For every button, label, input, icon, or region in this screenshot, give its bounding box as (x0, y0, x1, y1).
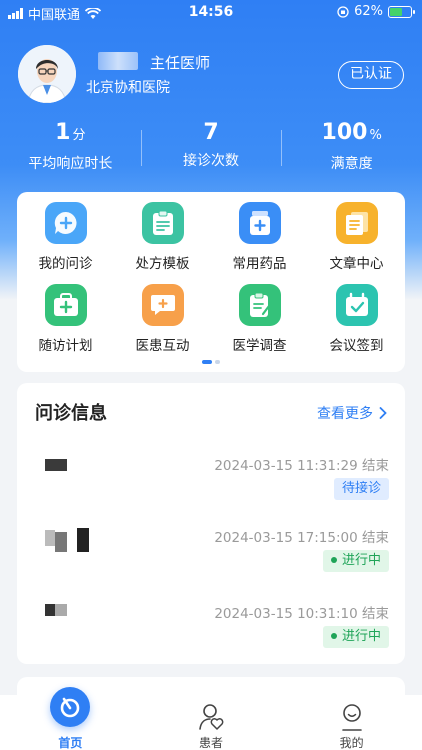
feature-common-drugs[interactable]: 常用药品 (211, 202, 308, 284)
consultation-info-card: 问诊信息 查看更多 2024-03-15 11:31:29 结束 待接诊 202… (17, 383, 405, 664)
tab-home[interactable]: 首页 (0, 687, 141, 750)
patient-heart-icon (199, 704, 224, 730)
stat-unit: % (369, 128, 382, 143)
consultation-time: 2024-03-15 17:15:00 结束 (214, 530, 389, 546)
feature-label: 处方模板 (135, 256, 190, 272)
medical-kit-icon (44, 284, 87, 326)
status-dot (330, 557, 337, 563)
tab-label: 首页 (58, 736, 83, 750)
status-dot (330, 633, 337, 639)
status-badge: 进行中 (322, 550, 389, 572)
stat-value: 1 (55, 120, 71, 145)
view-more-label: 查看更多 (317, 406, 373, 422)
feature-medical-survey[interactable]: 医学调查 (211, 284, 308, 366)
status-text: 进行中 (341, 553, 381, 568)
status-bar: 中国联通 14:56 62% (0, 0, 422, 24)
feature-label: 我的问诊 (38, 256, 93, 272)
stat-unit: 分 (72, 128, 86, 143)
stat-response-time[interactable]: 1分 平均响应时长 (0, 118, 141, 178)
consultation-row[interactable]: 2024-03-15 11:31:29 结束 待接诊 (17, 454, 405, 534)
section-title: 问诊信息 (35, 403, 107, 424)
bottom-tab-bar: 首页 患者 我的 (0, 687, 422, 750)
profile-smile-icon (341, 704, 362, 731)
feature-meeting-check-in[interactable]: 会议签到 (308, 284, 405, 366)
status-text: 进行中 (341, 629, 381, 644)
feature-label: 医学调查 (232, 338, 287, 354)
stat-label: 平均响应时长 (28, 156, 113, 172)
stat-value: 7 (203, 120, 219, 145)
verified-badge-button[interactable]: 已认证 (338, 61, 404, 89)
consultation-row[interactable]: 2024-03-15 10:31:10 结束 进行中 (17, 602, 405, 682)
page-dot (215, 360, 220, 364)
home-icon (50, 687, 91, 727)
prescription-icon (141, 202, 184, 244)
medicine-bottle-icon (238, 202, 281, 244)
feature-grid-card: 我的问诊 处方模板 常用药品 文章中心 随访计划 医患互动 医学调查 会议签到 (17, 192, 405, 372)
chat-bubble-icon (141, 284, 184, 326)
stat-label: 满意度 (330, 156, 373, 172)
consultation-time: 2024-03-15 10:31:10 结束 (214, 606, 389, 622)
feature-label: 会议签到 (329, 338, 384, 354)
page-indicator (17, 360, 405, 364)
feature-doctor-patient-interaction[interactable]: 医患互动 (114, 284, 211, 366)
feature-prescription-templates[interactable]: 处方模板 (114, 202, 211, 284)
battery-icon (388, 5, 415, 18)
doctor-title: 主任医师 (150, 54, 211, 72)
status-badge: 待接诊 (333, 478, 389, 500)
tab-label: 患者 (199, 736, 224, 750)
orientation-lock-icon (337, 5, 349, 18)
battery-percent: 62% (354, 4, 383, 19)
stat-label: 接诊次数 (183, 153, 239, 169)
tab-mine[interactable]: 我的 (281, 695, 422, 750)
feature-label: 常用药品 (232, 256, 287, 272)
calendar-check-icon (335, 284, 378, 326)
feature-follow-up-plan[interactable]: 随访计划 (17, 284, 114, 366)
view-more-link[interactable]: 查看更多 (317, 403, 387, 423)
stat-value: 100 (321, 120, 368, 145)
stat-consult-count[interactable]: 7 接诊次数 (140, 118, 282, 178)
doctor-name-redacted (98, 52, 138, 70)
doctor-avatar[interactable] (18, 45, 76, 103)
feature-label: 医患互动 (135, 338, 190, 354)
tab-patients[interactable]: 患者 (141, 695, 282, 750)
status-text: 待接诊 (341, 481, 381, 496)
consultation-time: 2024-03-15 11:31:29 结束 (214, 458, 389, 474)
article-icon (335, 202, 378, 244)
survey-icon (238, 284, 281, 326)
feature-label: 随访计划 (38, 338, 93, 354)
stat-satisfaction[interactable]: 100% 满意度 (281, 118, 422, 178)
consultation-icon (44, 202, 87, 244)
status-badge: 进行中 (322, 626, 389, 648)
feature-article-center[interactable]: 文章中心 (308, 202, 405, 284)
page-dot-active (202, 360, 212, 364)
feature-my-consultations[interactable]: 我的问诊 (17, 202, 114, 284)
consultation-row[interactable]: 2024-03-15 17:15:00 结束 进行中 (17, 526, 405, 606)
tab-label: 我的 (339, 736, 364, 750)
feature-label: 文章中心 (329, 256, 384, 272)
chevron-right-icon (379, 407, 387, 419)
stats-row: 1分 平均响应时长 7 接诊次数 100% 满意度 (0, 118, 422, 178)
hospital-name: 北京协和医院 (86, 80, 170, 96)
